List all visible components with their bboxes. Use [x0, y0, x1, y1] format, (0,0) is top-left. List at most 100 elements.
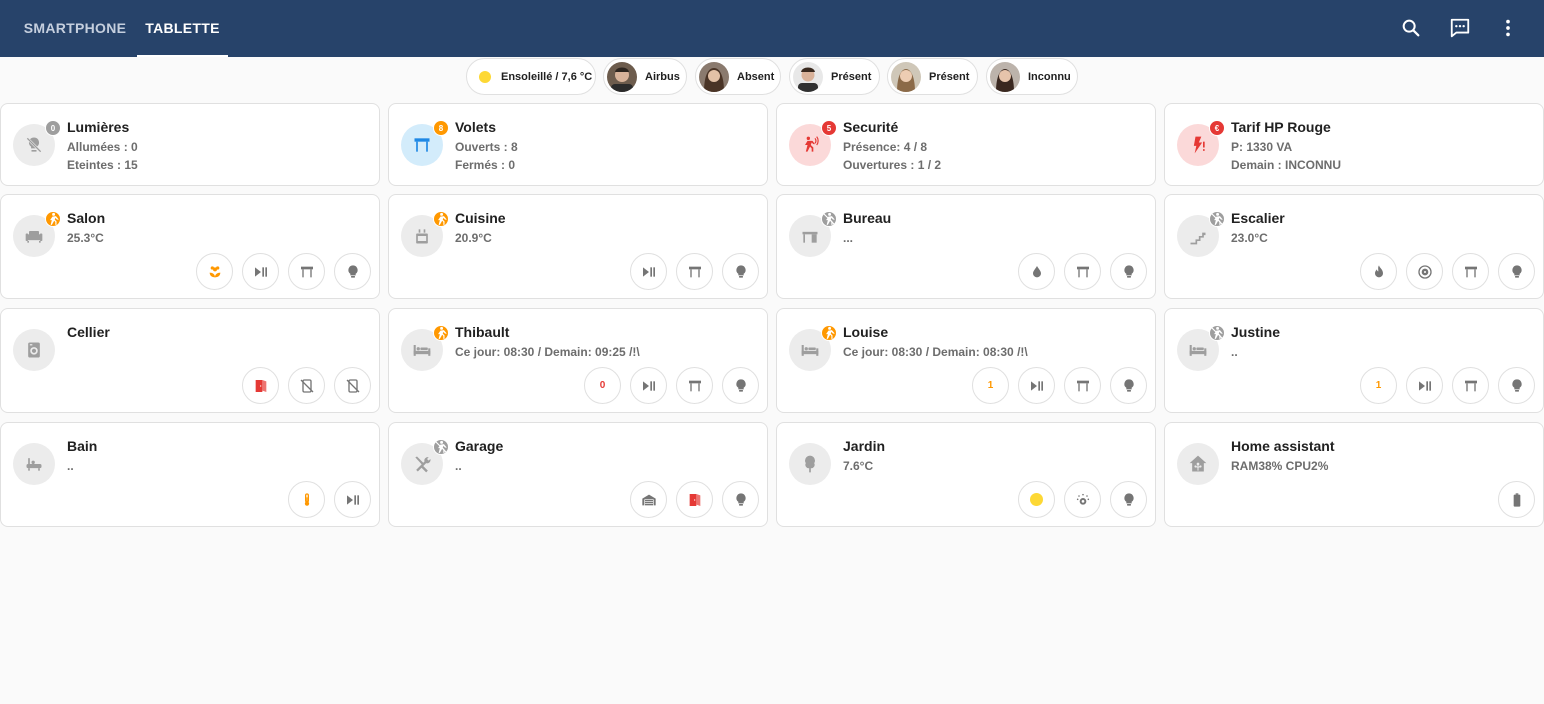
card-subtitle: ..: [1231, 345, 1238, 359]
fan-icon[interactable]: [1406, 253, 1443, 290]
card-subtitle: 23.0°C: [1231, 231, 1268, 245]
shutter-icon[interactable]: [1064, 367, 1101, 404]
summary-card-volets[interactable]: 8 Volets Ouverts : 8 Fermés : 0: [388, 103, 768, 186]
cellphone-off-icon[interactable]: [288, 367, 325, 404]
fire-icon[interactable]: [1360, 253, 1397, 290]
lightbulb-icon[interactable]: [1110, 481, 1147, 518]
bed-icon: [789, 325, 837, 371]
card-title: Salon: [67, 210, 106, 226]
room-card-salon[interactable]: Salon 25.3°C: [0, 194, 380, 299]
cellphone-off-icon[interactable]: [334, 367, 371, 404]
counter-button[interactable]: 1: [972, 367, 1009, 404]
card-subtitle: ...: [843, 231, 854, 245]
stairs-icon: [1177, 211, 1225, 257]
tools-icon: [401, 439, 449, 485]
card-subtitle: ..: [67, 459, 74, 473]
top-app-bar: SMARTPHONE TABLETTE: [0, 0, 1544, 57]
thermometer-icon[interactable]: [288, 481, 325, 518]
card-title: Cuisine: [455, 210, 506, 226]
water-icon[interactable]: [1018, 253, 1055, 290]
card-title: Justine: [1231, 324, 1281, 340]
motion-off-icon: [1209, 211, 1225, 227]
person-badge[interactable]: Inconnu: [986, 58, 1078, 95]
search-icon[interactable]: [1397, 14, 1425, 42]
lightbulb-icon[interactable]: [722, 367, 759, 404]
sun-icon[interactable]: [1018, 481, 1055, 518]
card-title: Home assistant: [1231, 438, 1335, 454]
lightbulb-icon[interactable]: [722, 253, 759, 290]
lightbulb-icon[interactable]: [1110, 253, 1147, 290]
summary-card-tarif[interactable]: € Tarif HP Rouge P: 1330 VA Demain : INC…: [1164, 103, 1544, 186]
person-badge[interactable]: Absent: [695, 58, 781, 95]
motion-sensor-icon: 5: [789, 120, 837, 166]
summary-card-securite[interactable]: 5 Securité Présence: 4 / 8 Ouvertures : …: [776, 103, 1156, 186]
play-pause-icon[interactable]: [630, 367, 667, 404]
person-status: Présent: [929, 70, 970, 83]
card-title: Lumières: [67, 119, 130, 135]
door-open-icon[interactable]: [676, 481, 713, 518]
room-card-bureau[interactable]: Bureau ...: [776, 194, 1156, 299]
shutter-icon[interactable]: [676, 253, 713, 290]
room-card-cuisine[interactable]: Cuisine 20.9°C: [388, 194, 768, 299]
card-subtitle: RAM38% CPU2%: [1231, 459, 1329, 473]
room-card-garage[interactable]: Garage ..: [388, 422, 768, 527]
card-line: Ouvertures : 1 / 2: [843, 158, 942, 172]
tree-icon: [789, 443, 831, 485]
door-open-icon[interactable]: [242, 367, 279, 404]
summary-card-lumieres[interactable]: 0 Lumières Allumées : 0 Eteintes : 15: [0, 103, 380, 186]
card-subtitle: 25.3°C: [67, 231, 104, 245]
lightbulb-icon[interactable]: [334, 253, 371, 290]
play-pause-icon[interactable]: [1406, 367, 1443, 404]
room-card-escalier[interactable]: Escalier 23.0°C: [1164, 194, 1544, 299]
room-card-home-assistant[interactable]: Home assistant RAM38% CPU2%: [1164, 422, 1544, 527]
euro-badge: €: [1209, 120, 1225, 136]
tab-smartphone[interactable]: SMARTPHONE: [14, 0, 136, 57]
flash-alert-icon: €: [1177, 120, 1225, 166]
card-line: Ouverts : 8: [455, 140, 518, 154]
count-badge: 8: [433, 120, 449, 136]
weather-badge[interactable]: Ensoleillé / 7,6 °C: [466, 58, 596, 95]
lightbulb-icon[interactable]: [722, 481, 759, 518]
more-vert-icon[interactable]: [1494, 14, 1522, 42]
play-pause-icon[interactable]: [334, 481, 371, 518]
person-status: Airbus: [645, 70, 680, 83]
lightbulb-icon[interactable]: [1110, 367, 1147, 404]
chat-icon[interactable]: [1446, 14, 1474, 42]
shutter-icon[interactable]: [676, 367, 713, 404]
tab-tablette[interactable]: TABLETTE: [137, 0, 228, 57]
shutter-icon[interactable]: [1452, 367, 1489, 404]
person-avatar: [990, 61, 1020, 92]
play-pause-icon[interactable]: [630, 253, 667, 290]
flower-icon[interactable]: [196, 253, 233, 290]
shutter-icon[interactable]: [1064, 253, 1101, 290]
sofa-icon: [13, 211, 61, 257]
motion-icon: [433, 325, 449, 341]
card-title: Securité: [843, 119, 899, 135]
room-card-louise[interactable]: Louise Ce jour: 08:30 / Demain: 08:30 /!…: [776, 308, 1156, 413]
person-badge[interactable]: Airbus: [603, 58, 687, 95]
motion-off-icon: [821, 211, 837, 227]
room-card-justine[interactable]: Justine .. 1: [1164, 308, 1544, 413]
card-line: Eteintes : 15: [67, 158, 138, 172]
card-line: Présence: 4 / 8: [843, 140, 928, 154]
play-pause-icon[interactable]: [1018, 367, 1055, 404]
shutter-icon[interactable]: [288, 253, 325, 290]
sprinkler-icon[interactable]: [1064, 481, 1101, 518]
garage-icon[interactable]: [630, 481, 667, 518]
lightbulb-icon[interactable]: [1498, 253, 1535, 290]
room-card-thibault[interactable]: Thibault Ce jour: 08:30 / Demain: 09:25 …: [388, 308, 768, 413]
counter-button[interactable]: 1: [1360, 367, 1397, 404]
count-badge: 0: [45, 120, 61, 136]
shutter-icon[interactable]: [1452, 253, 1489, 290]
person-badge[interactable]: Présent: [887, 58, 978, 95]
lightbulb-icon[interactable]: [1498, 367, 1535, 404]
card-title: Bain: [67, 438, 98, 454]
play-pause-icon[interactable]: [242, 253, 279, 290]
room-card-bain[interactable]: Bain ..: [0, 422, 380, 527]
person-badge[interactable]: Présent: [789, 58, 880, 95]
card-subtitle: 7.6°C: [843, 459, 874, 473]
counter-button[interactable]: 0: [584, 367, 621, 404]
battery-icon[interactable]: [1498, 481, 1535, 518]
room-card-jardin[interactable]: Jardin 7.6°C: [776, 422, 1156, 527]
room-card-cellier[interactable]: Cellier: [0, 308, 380, 413]
